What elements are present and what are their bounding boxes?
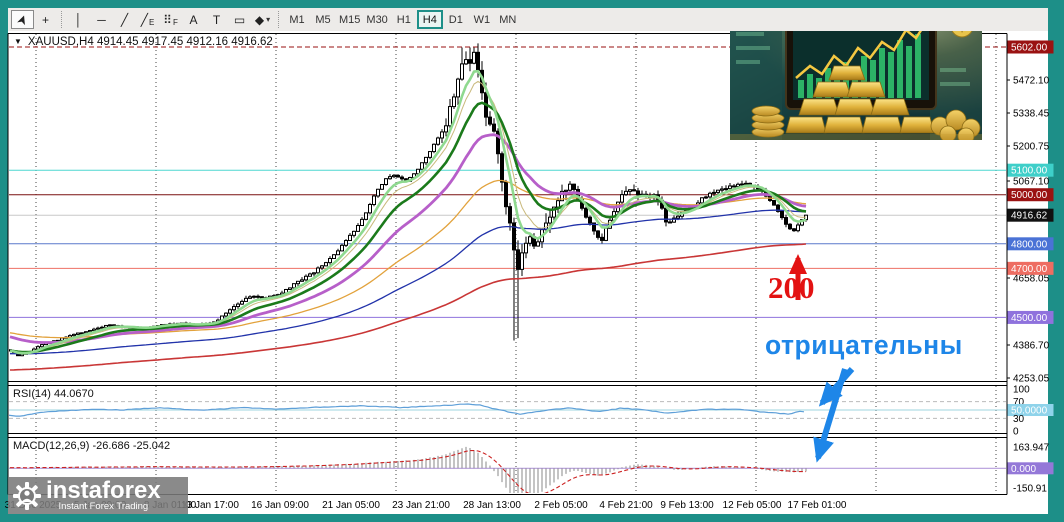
arrows-button[interactable]: ◆ ▾ bbox=[251, 10, 274, 29]
chevron-down-icon[interactable]: ▾ bbox=[266, 15, 270, 24]
crosshair-button[interactable]: + bbox=[34, 10, 57, 29]
equidistant-channel-sub-label: E bbox=[148, 18, 155, 27]
text-button[interactable]: A bbox=[182, 10, 205, 29]
timeframe-m5-button[interactable]: M5 bbox=[310, 10, 336, 29]
toolbar: ➤ + │ ─ ╱ ╱ E ⠿ F A T ▭ ◆ ▾ M1 M5 M15 M30 H1 H4 D1 W1 MN bbox=[8, 8, 1048, 31]
timeframe-m1-button[interactable]: M1 bbox=[284, 10, 310, 29]
price-badge-label: 5000.00 bbox=[1011, 190, 1048, 201]
logo-tagline: Instant Forex Trading bbox=[58, 501, 149, 513]
rsi-level-label: 0 bbox=[1013, 427, 1019, 438]
cursor-icon: ➤ bbox=[13, 11, 31, 28]
macd-level-label: -150.91 bbox=[1013, 484, 1047, 495]
rectangle-button[interactable]: ▭ bbox=[228, 10, 251, 29]
time-tick-label: 21 Jan 05:00 bbox=[322, 500, 380, 511]
macd-indicator-label: MACD(12,26,9) -26.686 -25.042 bbox=[13, 440, 171, 452]
price-tick-label: 4658.05 bbox=[1013, 274, 1050, 285]
time-tick-label: 16 Jan 09:00 bbox=[251, 500, 309, 511]
cursor-button[interactable]: ➤ bbox=[11, 10, 34, 29]
toolbar-separator bbox=[61, 11, 63, 28]
rsi-indicator-label: RSI(14) 44.0670 bbox=[13, 388, 94, 400]
logo-wordmark: instaforex bbox=[46, 477, 161, 505]
time-tick-label: 23 Jan 21:00 bbox=[392, 500, 450, 511]
price-tick-label: 4253.05 bbox=[1013, 374, 1050, 385]
time-tick-label: 13 Jan 17:00 bbox=[181, 500, 239, 511]
trend-line-icon: ╱ bbox=[120, 12, 129, 27]
timeframe-m15-button[interactable]: M15 bbox=[336, 10, 363, 29]
time-tick-label: 4 Feb 21:00 bbox=[599, 500, 653, 511]
rsi-level-label: 30 bbox=[1013, 414, 1025, 425]
price-badge-label: 4500.00 bbox=[1011, 313, 1048, 324]
instaforex-gear-icon bbox=[13, 481, 41, 510]
time-tick-label: 2 Feb 05:00 bbox=[534, 500, 588, 511]
horizontal-line-button[interactable]: ─ bbox=[90, 10, 113, 29]
price-tick-label: 5338.45 bbox=[1013, 109, 1050, 120]
mt4-terminal-window: ➤ + │ ─ ╱ ╱ E ⠿ F A T ▭ ◆ ▾ M1 M5 M15 M30 H1 H4 D1 W1 MN 5472.… bbox=[0, 0, 1064, 522]
price-badge-label: 4700.00 bbox=[1011, 264, 1048, 275]
macd-level-label: 163.947 bbox=[1013, 442, 1050, 453]
crosshair-icon: + bbox=[41, 12, 49, 27]
text-label-icon: T bbox=[212, 12, 221, 27]
equidistant-channel-icon: ╱ bbox=[140, 12, 148, 27]
price-badge-label: 4800.00 bbox=[1011, 239, 1048, 250]
instaforex-logo: instaforex Instant Forex Trading bbox=[8, 477, 188, 514]
fibonacci-sub-label: F bbox=[172, 18, 178, 27]
time-tick-label: 12 Feb 05:00 bbox=[723, 500, 782, 511]
rectangle-icon: ▭ bbox=[233, 12, 246, 27]
timeframe-h1-button[interactable]: H1 bbox=[391, 10, 417, 29]
price-tick-label: 5067.10 bbox=[1013, 177, 1050, 188]
timeframe-mn-button[interactable]: MN bbox=[495, 10, 521, 29]
fibonacci-icon: ⠿ bbox=[163, 12, 172, 27]
macd-level-badge: 0.000 bbox=[1011, 464, 1036, 475]
toolbar-separator bbox=[278, 11, 280, 28]
fibonacci-button[interactable]: ⠿ F bbox=[159, 10, 182, 29]
time-tick-label: 9 Feb 13:00 bbox=[660, 500, 714, 511]
chart-title: ▼ XAUUSD,H4 4914.45 4917.45 4912.16 4916.… bbox=[14, 36, 273, 48]
price-tick-label: 5200.75 bbox=[1013, 142, 1050, 153]
timeframe-h4-button[interactable]: H4 bbox=[416, 10, 443, 29]
timeframe-m30-button[interactable]: M30 bbox=[363, 10, 390, 29]
annotation-ma200: 200 bbox=[768, 270, 815, 305]
price-badge-label: 4916.62 bbox=[1011, 211, 1048, 222]
vertical-line-button[interactable]: │ bbox=[67, 10, 90, 29]
time-tick-label: 17 Feb 01:00 bbox=[788, 500, 847, 511]
price-tick-label: 4386.70 bbox=[1013, 341, 1050, 352]
text-label-button[interactable]: T bbox=[205, 10, 228, 29]
vertical-line-icon: │ bbox=[74, 12, 83, 27]
chart-title-text: XAUUSD,H4 4914.45 4917.45 4912.16 4916.6… bbox=[27, 36, 273, 48]
arrows-icon: ◆ bbox=[254, 12, 265, 27]
trend-line-button[interactable]: ╱ bbox=[113, 10, 136, 29]
chart-dropdown-icon[interactable]: ▼ bbox=[14, 37, 22, 46]
price-badge-label: 5602.00 bbox=[1011, 43, 1048, 54]
rsi-level-label: 100 bbox=[1013, 385, 1030, 396]
price-badge-label: 5100.00 bbox=[1011, 166, 1048, 177]
horizontal-line-icon: ─ bbox=[97, 12, 106, 27]
text-icon: A bbox=[189, 12, 198, 27]
price-tick-label: 5472.10 bbox=[1013, 76, 1050, 87]
equidistant-channel-button[interactable]: ╱ E bbox=[136, 10, 159, 29]
annotation-negative: отрицательны bbox=[765, 330, 963, 360]
timeframe-d1-button[interactable]: D1 bbox=[443, 10, 469, 29]
time-tick-label: 28 Jan 13:00 bbox=[463, 500, 521, 511]
timeframe-w1-button[interactable]: W1 bbox=[469, 10, 495, 29]
